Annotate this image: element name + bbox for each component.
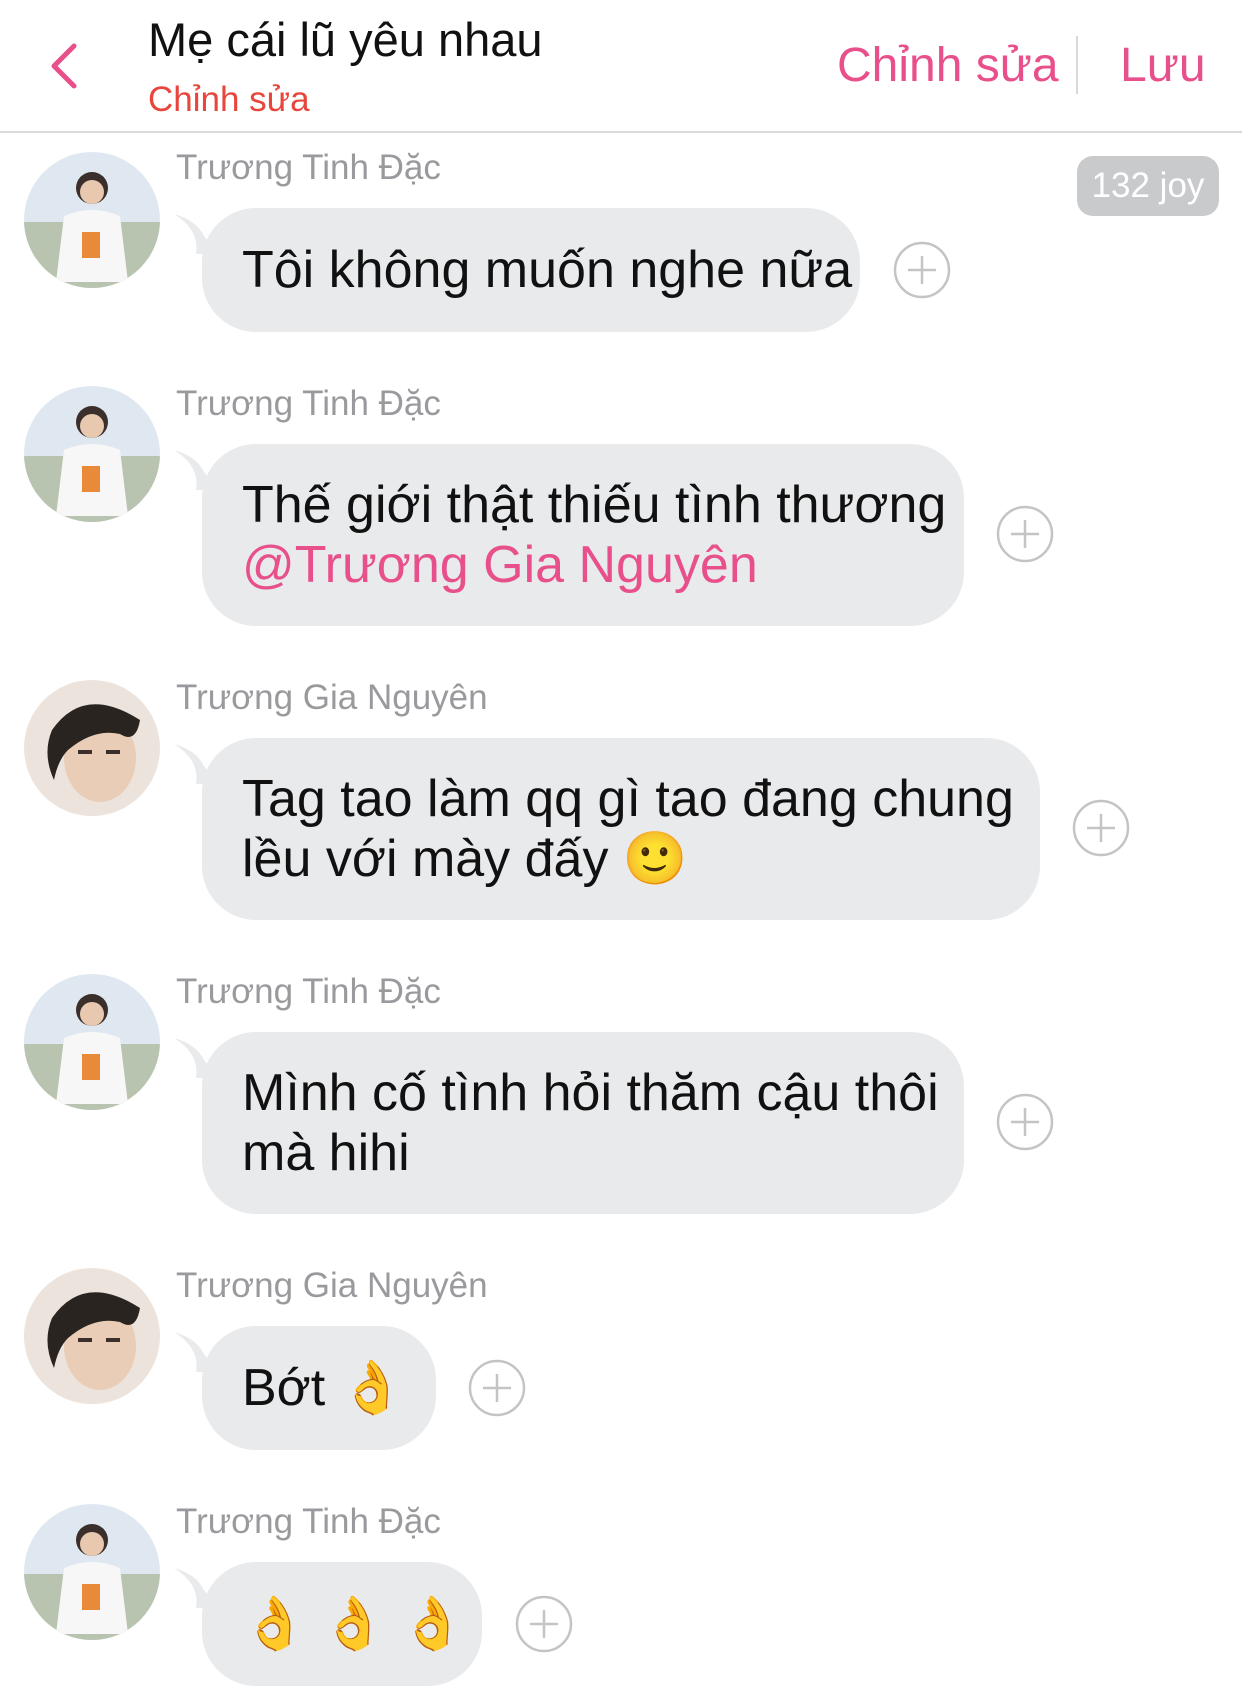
sender-name: Trương Gia Nguyên xyxy=(176,1266,488,1305)
add-reaction-icon[interactable] xyxy=(996,1093,1054,1151)
message-text: mà hihi xyxy=(242,1124,410,1182)
message-bubble[interactable]: 👌 👌 👌 xyxy=(202,1562,482,1686)
edit-button[interactable]: Chỉnh sửa xyxy=(837,38,1059,93)
message-text: Bớt 👌 xyxy=(242,1359,405,1417)
message-text: lều với mày đấy 🙂 xyxy=(242,830,688,888)
message-text: Tôi không muốn nghe nữa xyxy=(242,241,853,299)
joy-badge: 132 joy xyxy=(1077,156,1219,216)
add-reaction-icon[interactable] xyxy=(468,1359,526,1417)
sender-name: Trương Tinh Đặc xyxy=(176,148,441,187)
avatar[interactable] xyxy=(24,386,160,522)
message-bubble[interactable]: Thế giới thật thiếu tình thương @Trương … xyxy=(202,444,964,626)
sender-name: Trương Tinh Đặc xyxy=(176,972,441,1011)
add-reaction-icon[interactable] xyxy=(996,505,1054,563)
avatar[interactable] xyxy=(24,974,160,1110)
page-title: Mẹ cái lũ yêu nhau xyxy=(148,13,543,66)
avatar[interactable] xyxy=(24,1268,160,1404)
chevron-left-icon[interactable] xyxy=(44,40,88,92)
message-text: Thế giới thật thiếu tình thương xyxy=(242,476,947,534)
message-text: Tag tao làm qq gì tao đang chung xyxy=(242,770,1014,828)
add-reaction-icon[interactable] xyxy=(893,241,951,299)
avatar[interactable] xyxy=(24,152,160,288)
add-reaction-icon[interactable] xyxy=(515,1595,573,1653)
save-button[interactable]: Lưu xyxy=(1120,38,1206,93)
message-bubble[interactable]: Tag tao làm qq gì tao đang chung lều với… xyxy=(202,738,1040,920)
sender-name: Trương Tinh Đặc xyxy=(176,384,441,423)
sender-name: Trương Tinh Đặc xyxy=(176,1502,441,1541)
header-divider xyxy=(1076,36,1078,94)
sender-name: Trương Gia Nguyên xyxy=(176,678,488,717)
message-bubble[interactable]: Bớt 👌 xyxy=(202,1326,436,1450)
message-text: Mình cố tình hỏi thăm cậu thôi xyxy=(242,1064,939,1122)
mention-link[interactable]: @Trương Gia Nguyên xyxy=(242,535,924,595)
message-text: 👌 👌 👌 xyxy=(242,1595,466,1653)
message-bubble[interactable]: Tôi không muốn nghe nữa xyxy=(202,208,860,332)
avatar[interactable] xyxy=(24,680,160,816)
add-reaction-icon[interactable] xyxy=(1072,799,1130,857)
page-subtitle[interactable]: Chỉnh sửa xyxy=(148,80,310,120)
avatar[interactable] xyxy=(24,1504,160,1640)
header-bar: Mẹ cái lũ yêu nhau Chỉnh sửa Chỉnh sửa L… xyxy=(0,0,1242,133)
message-bubble[interactable]: Mình cố tình hỏi thăm cậu thôi mà hihi xyxy=(202,1032,964,1214)
